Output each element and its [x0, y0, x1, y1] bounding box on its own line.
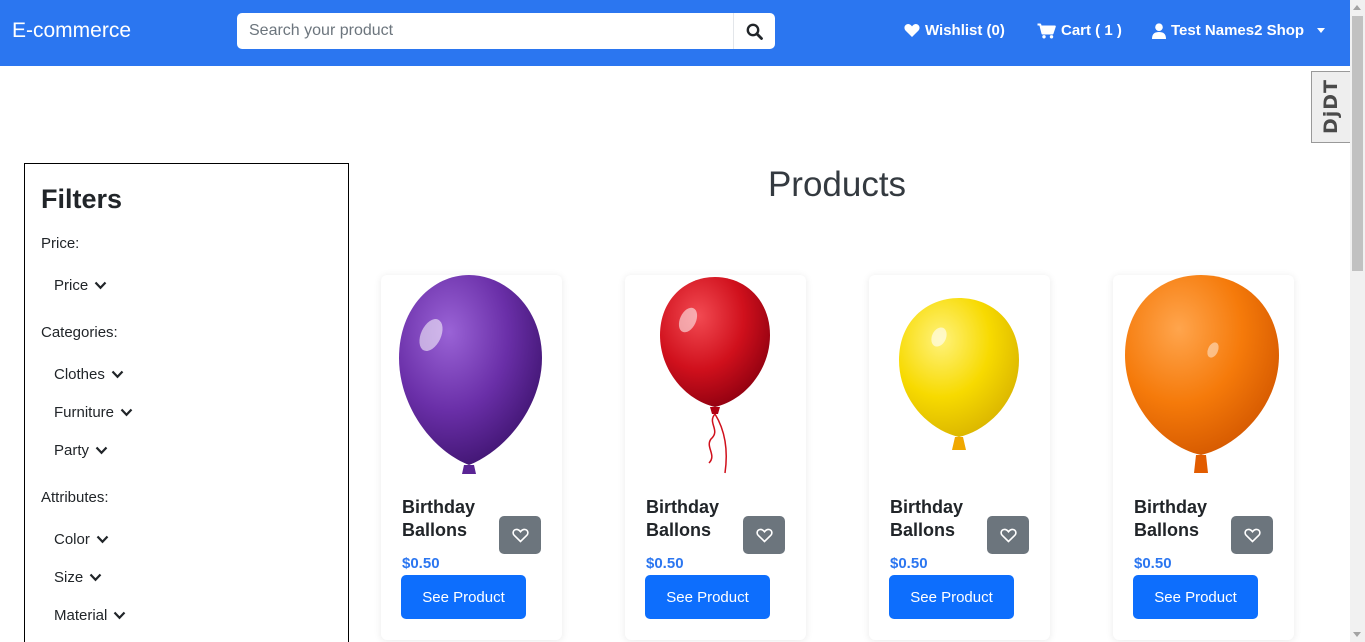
navbar: E-commerce Wishlist (0) Cart ( 1 ) Te [0, 0, 1350, 66]
product-price: $0.50 [1134, 555, 1172, 572]
filter-attribute-color[interactable]: Color [54, 531, 109, 548]
search-icon [746, 23, 763, 40]
heart-icon [904, 24, 920, 37]
page-scrollbar[interactable] [1350, 0, 1365, 642]
product-image[interactable] [625, 275, 806, 485]
product-name[interactable]: Birthday Ballons [890, 496, 990, 542]
filter-item-label: Furniture [54, 404, 115, 421]
product-card: Birthday Ballons $0.50 See Product [625, 275, 806, 640]
heart-outline-icon [755, 528, 773, 543]
filters-panel: Filters Price: Price Categories: Clothes… [24, 163, 349, 642]
see-product-button[interactable]: See Product [889, 575, 1014, 619]
caret-down-icon [1317, 28, 1326, 33]
filter-item-label: Color [54, 531, 90, 548]
product-price: $0.50 [402, 555, 440, 572]
chevron-down-icon [111, 370, 124, 379]
filters-title: Filters [41, 184, 123, 214]
add-to-wishlist-button[interactable] [499, 516, 541, 554]
filter-category-furniture[interactable]: Furniture [54, 404, 133, 421]
heart-outline-icon [1243, 528, 1261, 543]
add-to-wishlist-button[interactable] [987, 516, 1029, 554]
user-label: Test Names2 Shop [1171, 22, 1305, 39]
filter-item-label: Price [54, 277, 89, 294]
filter-attribute-material[interactable]: Material [54, 607, 126, 624]
scroll-thumb[interactable] [1352, 16, 1363, 271]
see-product-button[interactable]: See Product [645, 575, 770, 619]
add-to-wishlist-button[interactable] [1231, 516, 1273, 554]
price-section-label: Price: [41, 235, 80, 252]
search-input[interactable] [237, 13, 732, 49]
chevron-down-icon [95, 446, 108, 455]
user-icon [1152, 22, 1166, 39]
search-button[interactable] [733, 13, 775, 49]
search-bar [237, 13, 775, 49]
product-price: $0.50 [890, 555, 928, 572]
wishlist-link[interactable]: Wishlist (0) [904, 22, 1005, 39]
heart-outline-icon [511, 528, 529, 543]
filter-category-clothes[interactable]: Clothes [54, 366, 124, 383]
product-image[interactable] [381, 275, 562, 485]
filter-item-label: Clothes [54, 366, 105, 383]
categories-section-label: Categories: [41, 324, 118, 341]
chevron-down-icon [94, 281, 107, 290]
product-name[interactable]: Birthday Ballons [646, 496, 746, 542]
filter-item-label: Size [54, 569, 84, 586]
product-image[interactable] [1113, 275, 1294, 485]
see-product-button[interactable]: See Product [1133, 575, 1258, 619]
filter-attribute-size[interactable]: Size [54, 569, 102, 586]
product-name[interactable]: Birthday Ballons [402, 496, 502, 542]
filter-item-label: Party [54, 442, 90, 459]
heart-outline-icon [999, 528, 1017, 543]
cart-link[interactable]: Cart ( 1 ) [1037, 22, 1122, 39]
scroll-down-arrow-icon[interactable] [1353, 632, 1361, 637]
page-title: Products [767, 165, 907, 204]
product-card: Birthday Ballons $0.50 See Product [381, 275, 562, 640]
debug-toolbar-label: DjDT [1320, 79, 1342, 135]
add-to-wishlist-button[interactable] [743, 516, 785, 554]
cart-icon [1037, 23, 1056, 38]
debug-toolbar-handle[interactable]: DjDT [1311, 71, 1350, 143]
user-menu[interactable]: Test Names2 Shop [1152, 22, 1326, 39]
brand-logo[interactable]: E-commerce [12, 19, 131, 43]
product-image[interactable] [869, 275, 1050, 485]
product-price: $0.50 [646, 555, 684, 572]
attributes-section-label: Attributes: [41, 489, 109, 506]
scroll-up-arrow-icon[interactable] [1353, 5, 1361, 10]
see-product-button[interactable]: See Product [401, 575, 526, 619]
chevron-down-icon [114, 611, 126, 620]
product-card: Birthday Ballons $0.50 See Product [869, 275, 1050, 640]
chevron-down-icon [96, 535, 109, 544]
filter-category-party[interactable]: Party [54, 442, 108, 459]
chevron-down-icon [89, 573, 102, 582]
cart-label: Cart ( 1 ) [1061, 22, 1122, 39]
product-name[interactable]: Birthday Ballons [1134, 496, 1234, 542]
filter-price-dropdown[interactable]: Price [54, 277, 107, 294]
chevron-down-icon [120, 408, 133, 417]
wishlist-label: Wishlist (0) [925, 22, 1005, 39]
filter-item-label: Material [54, 607, 108, 624]
product-card: Birthday Ballons $0.50 See Product [1113, 275, 1294, 640]
